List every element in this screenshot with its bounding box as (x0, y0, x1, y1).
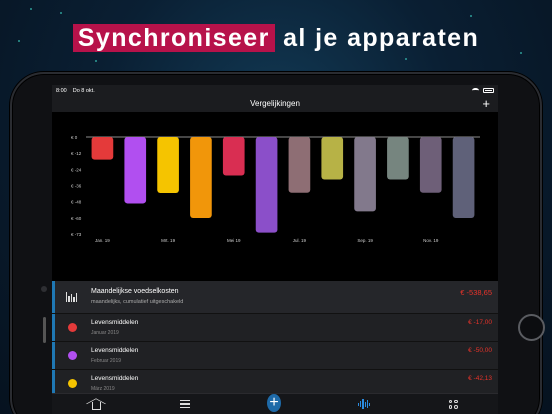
chart-bar[interactable] (255, 137, 278, 233)
list-item[interactable]: Levensmiddelen Februar 2019 € -50,00 (52, 342, 498, 370)
background-particle (95, 60, 97, 62)
x-tick-label: Sep. 19 (357, 238, 373, 243)
tab-home[interactable] (89, 397, 103, 411)
background-particle (30, 8, 32, 10)
chart-bar[interactable] (190, 137, 212, 219)
status-date: Do 8 okt. (72, 87, 95, 94)
side-sensor (43, 317, 46, 343)
page-title: Vergelijkingen (250, 99, 300, 108)
chart-bar[interactable] (452, 137, 475, 219)
summary-row[interactable]: Maandelijkse voedselkosten maandelijks, … (52, 281, 498, 314)
row-accent (52, 281, 55, 313)
item-subtitle: Februar 2019 (91, 358, 122, 364)
status-time: 8:00 (56, 87, 67, 94)
waveform-icon (357, 399, 371, 409)
home-button[interactable] (518, 314, 545, 341)
home-icon (91, 402, 101, 410)
chart-svg: € 0 € -12 € -24 € -36 € -48 € -60 € -73 Jan. 19… (71, 135, 480, 243)
chart-bar[interactable] (288, 137, 311, 193)
summary-subtitle: maandelijks, cumulatief uitgeschakeld (91, 299, 184, 305)
background-particle (60, 12, 62, 14)
battery-icon (483, 88, 494, 93)
chart-bar[interactable] (419, 137, 442, 193)
item-value: € -42,13 (468, 375, 492, 382)
chart-bar[interactable] (354, 137, 376, 212)
chart-bar[interactable] (91, 137, 114, 160)
item-title: Levensmiddelen (91, 319, 139, 326)
row-accent (52, 314, 55, 341)
item-subtitle: März 2019 (91, 386, 115, 392)
x-tick-label: Jan. 19 (95, 238, 110, 243)
grid-icon (448, 399, 458, 409)
category-color-icon (68, 351, 77, 360)
tab-analysis[interactable] (357, 397, 371, 411)
y-tick-label: € -36 (71, 184, 82, 189)
row-accent (52, 342, 55, 369)
status-bar: 8:00 Do 8 okt. (52, 85, 498, 96)
y-tick-label: € -12 (71, 151, 82, 156)
chart-bar[interactable] (124, 137, 147, 204)
item-title: Levensmiddelen (91, 347, 139, 354)
x-tick-label: Nov. 19 (423, 238, 439, 243)
tab-more[interactable] (446, 397, 460, 411)
y-tick-label: € 0 (71, 135, 78, 140)
chart-bar[interactable] (157, 137, 179, 193)
x-tick-label: Mrt. 19 (161, 238, 176, 243)
summary-title: Maandelijkse voedselkosten (91, 288, 179, 295)
item-value: € -17,00 (468, 319, 492, 326)
y-tick-label: € -60 (71, 216, 82, 221)
comparison-chart[interactable]: € 0 € -12 € -24 € -36 € -48 € -60 € -73 Jan. 19… (52, 112, 498, 281)
category-color-icon (68, 379, 77, 388)
add-icon: + (267, 394, 281, 412)
background-particle (470, 15, 472, 17)
summary-value: € -538,65 (460, 288, 492, 297)
item-title: Levensmiddelen (91, 375, 139, 382)
tab-add[interactable]: + (267, 394, 281, 412)
chart-bar[interactable] (387, 137, 409, 180)
headline-rest: al je apparaten (274, 24, 480, 52)
add-comparison-button[interactable]: + (482, 96, 490, 111)
headline-highlight: Synchroniseer (72, 24, 275, 52)
category-color-icon (68, 323, 77, 332)
x-tick-label: Mei 19 (227, 238, 241, 243)
bar-chart-icon (66, 290, 78, 302)
y-tick-label: € -48 (71, 200, 82, 205)
list-icon (180, 400, 190, 408)
chart-bar[interactable] (222, 137, 245, 176)
tab-list[interactable] (178, 397, 192, 411)
item-value: € -50,00 (468, 347, 492, 354)
wifi-icon (472, 88, 479, 93)
x-tick-label: Jul. 19 (293, 238, 307, 243)
app-screen: 8:00 Do 8 okt. Vergelijkingen + € 0 € -12… (52, 85, 498, 414)
tab-bar: + (52, 393, 498, 414)
nav-bar: Vergelijkingen + (52, 96, 498, 111)
chart-bar[interactable] (321, 137, 344, 180)
camera-dot (41, 286, 47, 292)
y-tick-label: € -73 (71, 232, 82, 237)
background-particle (405, 58, 407, 60)
item-subtitle: Januar 2019 (91, 330, 119, 336)
list-item[interactable]: Levensmiddelen Januar 2019 € -17,00 (52, 314, 498, 342)
y-tick-label: € -24 (71, 167, 82, 172)
headline: Synchroniseer al je apparaten (0, 24, 552, 53)
